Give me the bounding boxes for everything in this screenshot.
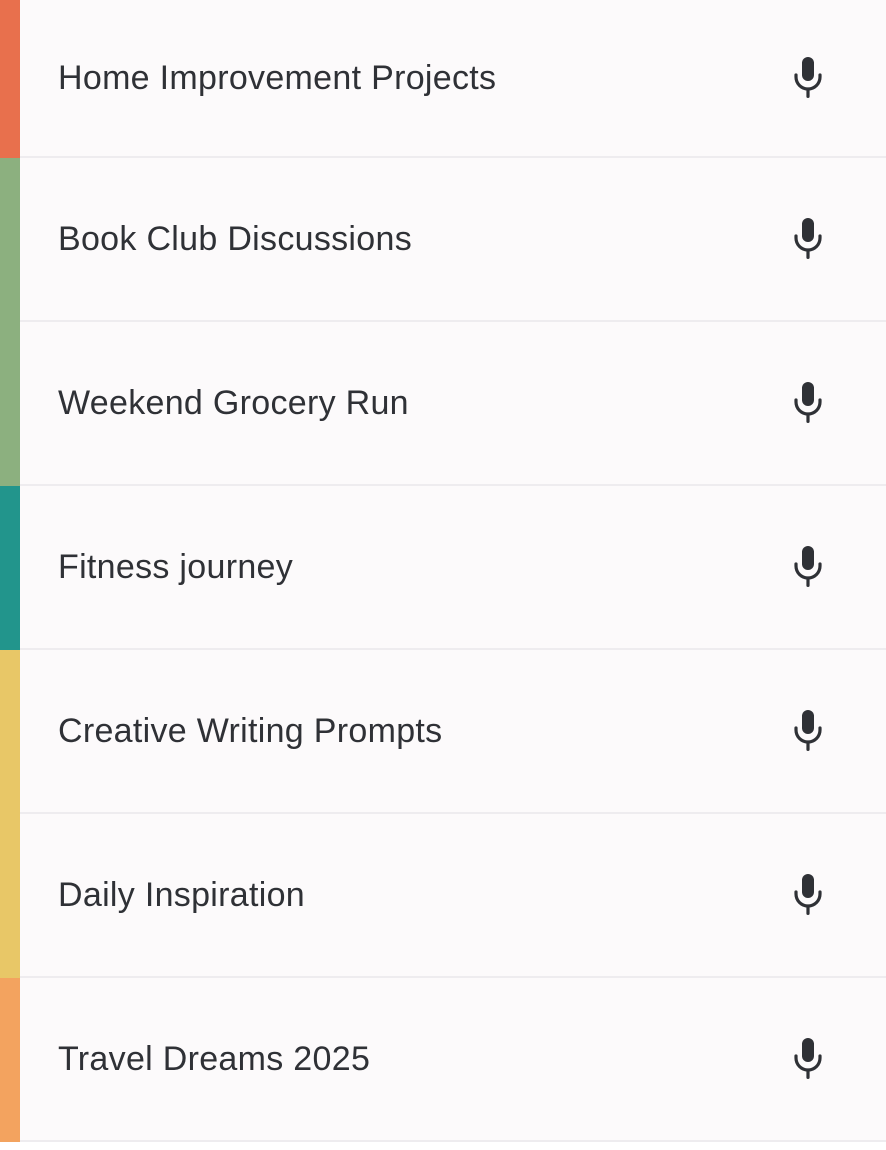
note-title: Travel Dreams 2025 bbox=[58, 1039, 371, 1078]
list-item[interactable]: Weekend Grocery Run bbox=[0, 322, 886, 486]
note-title: Weekend Grocery Run bbox=[58, 383, 409, 422]
list-item[interactable]: Travel Dreams 2025 bbox=[0, 978, 886, 1142]
list-item[interactable]: Book Club Discussions bbox=[0, 158, 886, 322]
microphone-icon[interactable] bbox=[788, 708, 828, 754]
microphone-icon[interactable] bbox=[788, 380, 828, 426]
microphone-icon[interactable] bbox=[788, 1036, 828, 1082]
color-stripe bbox=[0, 158, 20, 322]
microphone-icon[interactable] bbox=[788, 544, 828, 590]
color-stripe bbox=[0, 978, 20, 1142]
note-title: Creative Writing Prompts bbox=[58, 711, 443, 750]
list-item[interactable]: Creative Writing Prompts bbox=[0, 650, 886, 814]
color-stripe bbox=[0, 486, 20, 650]
color-stripe bbox=[0, 0, 20, 158]
note-title: Book Club Discussions bbox=[58, 219, 413, 258]
list-item[interactable]: Daily Inspiration bbox=[0, 814, 886, 978]
note-title: Home Improvement Projects bbox=[58, 58, 497, 97]
note-title: Daily Inspiration bbox=[58, 875, 305, 914]
microphone-icon[interactable] bbox=[788, 872, 828, 918]
microphone-icon[interactable] bbox=[788, 55, 828, 101]
notes-list: Home Improvement Projects Book Club Disc… bbox=[0, 0, 886, 1142]
color-stripe bbox=[0, 814, 20, 978]
color-stripe bbox=[0, 650, 20, 814]
color-stripe bbox=[0, 322, 20, 486]
microphone-icon[interactable] bbox=[788, 216, 828, 262]
list-item[interactable]: Home Improvement Projects bbox=[0, 0, 886, 158]
list-item[interactable]: Fitness journey bbox=[0, 486, 886, 650]
note-title: Fitness journey bbox=[58, 547, 294, 586]
